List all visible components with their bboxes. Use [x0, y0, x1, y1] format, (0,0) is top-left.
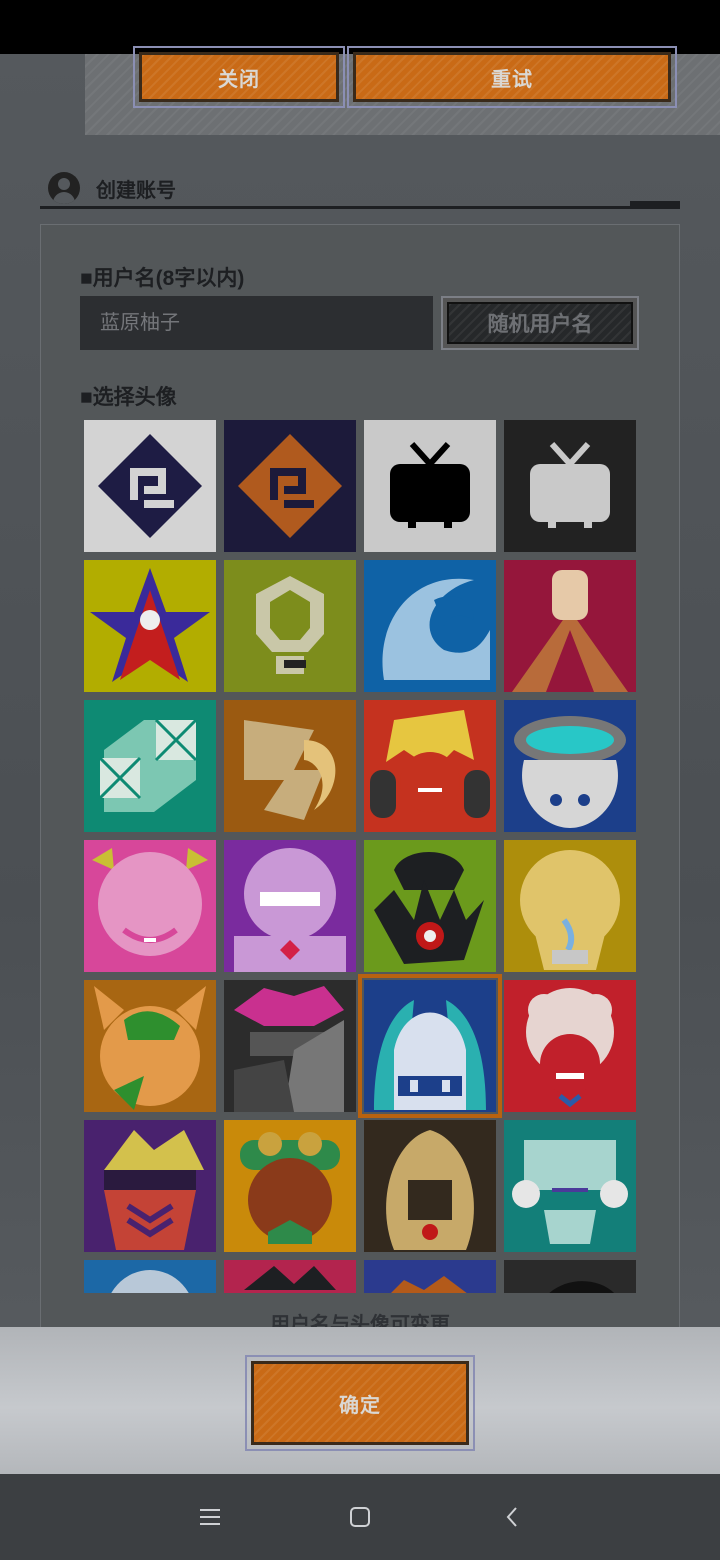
avatar-goggle-cap[interactable]	[224, 1120, 356, 1252]
avatar-blue-twin[interactable]	[358, 974, 502, 1118]
avatar-partial-4[interactable]	[504, 1260, 636, 1293]
back-icon[interactable]	[492, 1500, 532, 1534]
random-username-button[interactable]: 随机用户名	[441, 296, 639, 350]
random-username-label: 随机用户名	[447, 302, 633, 344]
avatar-headphones-girl[interactable]	[364, 700, 496, 832]
avatar-pink-girl[interactable]	[84, 840, 216, 972]
confirm-button-label: 确定	[251, 1361, 469, 1445]
avatar-blonde-tear[interactable]	[504, 840, 636, 972]
avatar-grid	[84, 420, 636, 1293]
avatar-flame-gun[interactable]	[224, 700, 356, 832]
avatar-glasses-girl[interactable]	[224, 840, 356, 972]
avatar-logo-orange[interactable]	[224, 420, 356, 552]
avatar-wave[interactable]	[364, 560, 496, 692]
avatar-tv-light[interactable]	[504, 420, 636, 552]
confirm-button[interactable]: 确定	[245, 1355, 475, 1451]
avatar-logo-blue[interactable]	[84, 420, 216, 552]
avatar-star-emblem[interactable]	[84, 560, 216, 692]
home-icon[interactable]	[340, 1500, 380, 1534]
avatar-flower-hair[interactable]	[504, 1120, 636, 1252]
avatar-tv-dark[interactable]	[364, 420, 496, 552]
username-label: ■用户名(8字以内)	[80, 267, 245, 290]
section-divider	[40, 206, 680, 209]
avatar-cube[interactable]	[84, 700, 216, 832]
avatar-goggles[interactable]	[504, 700, 636, 832]
menu-icon[interactable]	[190, 1500, 230, 1534]
avatar-lightbulb[interactable]	[224, 560, 356, 692]
avatar-long-hair[interactable]	[364, 1120, 496, 1252]
user-avatar-icon	[48, 172, 80, 204]
avatar-purple-visor[interactable]	[84, 1120, 216, 1252]
close-button[interactable]: 关闭	[133, 46, 345, 108]
avatar-pink-hair-mask[interactable]	[224, 980, 356, 1112]
retry-button-label: 重试	[353, 52, 671, 102]
section-title: 创建账号	[96, 180, 176, 202]
avatar-label: ■选择头像	[80, 386, 177, 409]
avatar-hand-eye[interactable]	[364, 840, 496, 972]
avatar-white-hair[interactable]	[504, 980, 636, 1112]
username-input[interactable]	[80, 296, 433, 350]
avatar-partial-3[interactable]	[364, 1260, 496, 1293]
avatar-partial-2[interactable]	[224, 1260, 356, 1293]
section-divider-accent	[630, 201, 680, 207]
close-button-label: 关闭	[139, 52, 339, 102]
avatar-volcano-fist[interactable]	[504, 560, 636, 692]
section-header: 创建账号	[40, 168, 680, 210]
retry-button[interactable]: 重试	[347, 46, 677, 108]
avatar-partial-1[interactable]	[84, 1260, 216, 1293]
avatar-cat-ears[interactable]	[84, 980, 216, 1112]
